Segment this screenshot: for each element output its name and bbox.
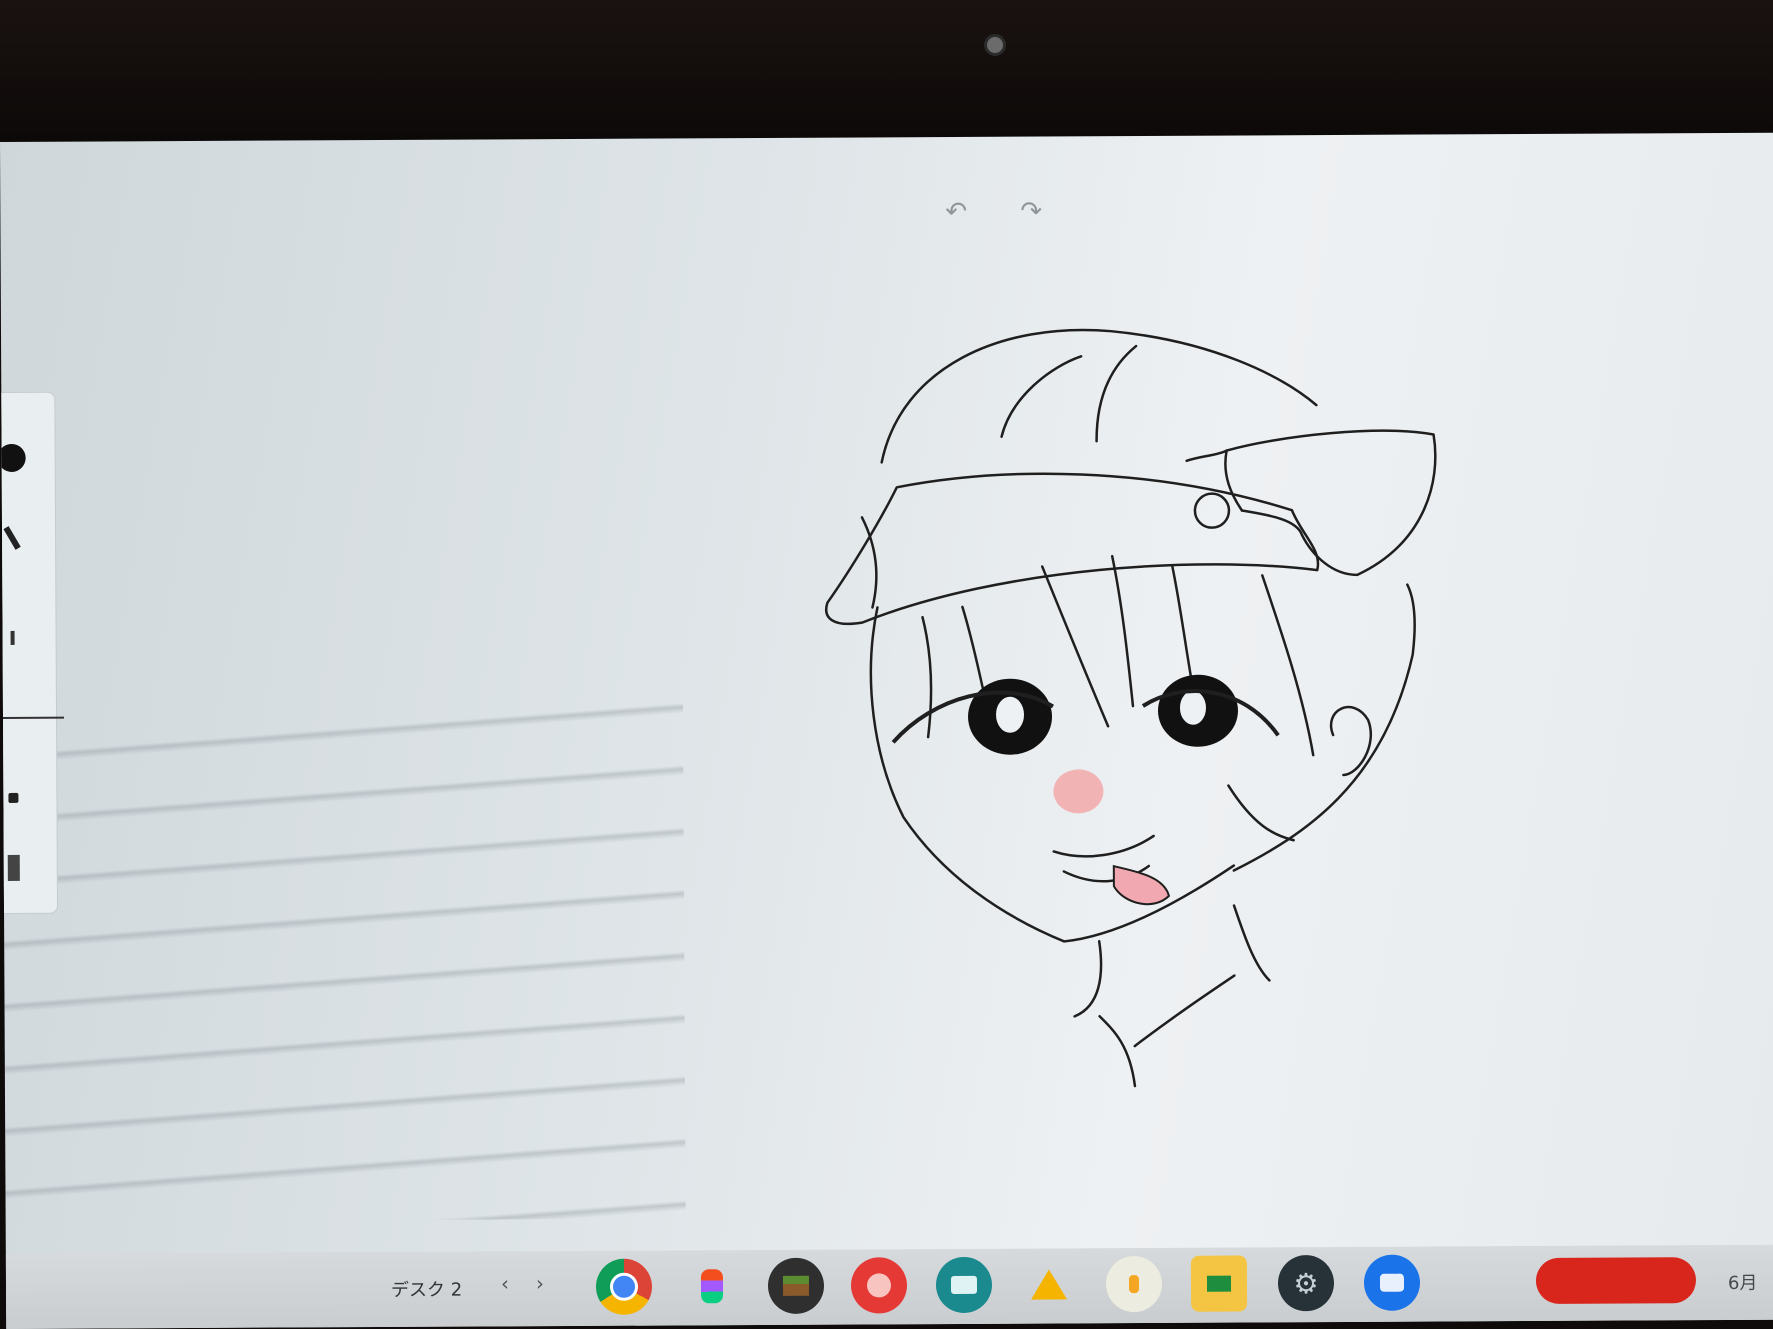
screen: ↶ ↷ デスク 2 ‹ › ⚙ 6月 <box>0 132 1773 1329</box>
screen-bezel <box>0 0 1773 150</box>
eraser-tool[interactable] <box>0 853 29 883</box>
news-icon[interactable] <box>935 1256 993 1314</box>
date-fragment: 6月 <box>1727 1272 1758 1294</box>
music-icon[interactable] <box>1105 1255 1163 1313</box>
sketch-drawing <box>825 328 1437 1088</box>
black-color-swatch[interactable] <box>0 443 27 473</box>
pencil-tool[interactable] <box>0 623 28 653</box>
figma-icon[interactable] <box>684 1258 740 1314</box>
marker-tool[interactable] <box>0 783 29 813</box>
chat-icon[interactable] <box>1363 1254 1421 1311</box>
minecraft-icon[interactable] <box>767 1257 825 1314</box>
desk-label[interactable]: デスク 2 <box>391 1276 462 1302</box>
chrome-icon[interactable] <box>595 1258 653 1315</box>
classroom-icon[interactable] <box>1190 1255 1248 1312</box>
drive-icon[interactable] <box>1021 1256 1077 1312</box>
chevron-right-icon[interactable]: › <box>536 1271 544 1295</box>
settings-icon[interactable]: ⚙ <box>1277 1255 1335 1312</box>
chevron-left-icon[interactable]: ‹ <box>501 1271 509 1295</box>
chromeos-shelf: デスク 2 ‹ › ⚙ 6月 <box>5 1244 1773 1329</box>
art-palette-icon[interactable] <box>850 1257 908 1314</box>
pen-tool[interactable] <box>0 523 27 553</box>
drawing-toolbar <box>0 391 65 915</box>
drawing-canvas[interactable]: ↶ ↷ <box>0 133 1773 1242</box>
webcam <box>984 34 1006 56</box>
record-button[interactable] <box>1535 1257 1697 1304</box>
size-slider[interactable] <box>0 703 65 733</box>
